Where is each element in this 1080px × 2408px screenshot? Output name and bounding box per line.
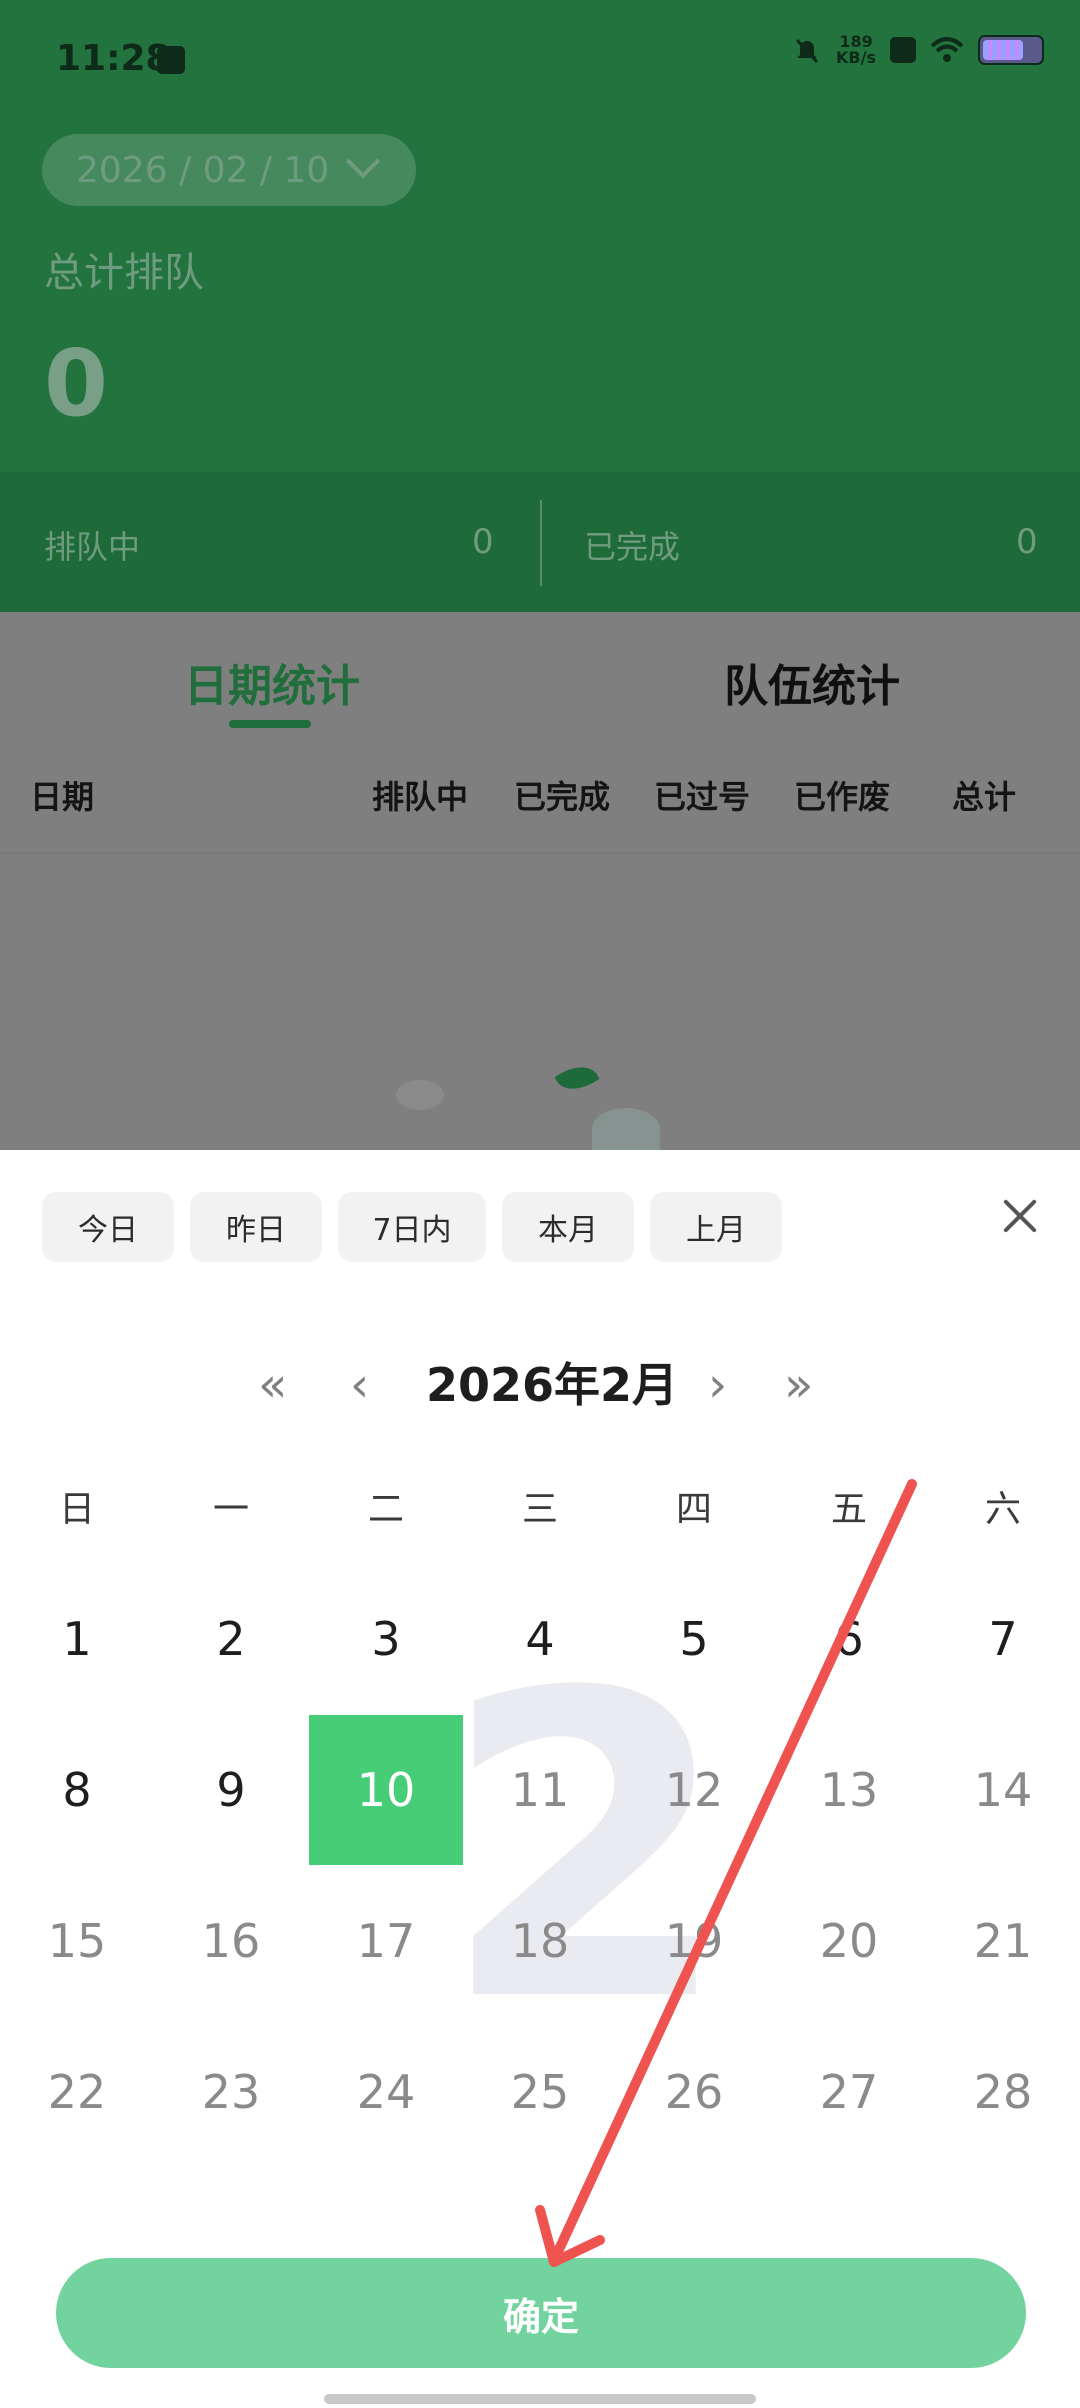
calendar-day-14[interactable]: 14	[926, 1715, 1080, 1865]
status-icons: 189 KB/s	[792, 34, 1044, 66]
summary-divider	[540, 500, 542, 586]
column-voided: 已作废	[794, 778, 891, 816]
next-month-icon[interactable]: ›	[708, 1355, 727, 1415]
table-header-divider	[0, 852, 1080, 854]
calendar-day-24[interactable]: 24	[309, 2017, 463, 2167]
column-completed: 已完成	[514, 778, 611, 816]
wifi-icon	[930, 37, 964, 62]
home-indicator[interactable]	[324, 2394, 756, 2404]
tab-date-stats[interactable]: 日期统计	[184, 650, 360, 714]
status-time: 11:28	[56, 38, 171, 79]
close-icon[interactable]	[996, 1192, 1044, 1240]
empty-state-illustration	[396, 1080, 444, 1110]
date-selector-label: 2026 / 02 / 10	[76, 149, 330, 191]
calendar-day-5[interactable]: 5	[617, 1564, 771, 1714]
battery-icon	[978, 35, 1044, 65]
network-speed: 189 KB/s	[836, 32, 876, 67]
calendar-day-15[interactable]: 15	[0, 1866, 154, 2016]
weekday-mon: 一	[212, 1489, 249, 1530]
calendar-icon	[157, 46, 185, 74]
next-year-icon[interactable]: »	[784, 1355, 813, 1415]
calendar-day-4[interactable]: 4	[463, 1564, 617, 1714]
calendar-day-1[interactable]: 1	[0, 1564, 154, 1714]
calendar-day-23[interactable]: 23	[154, 2017, 308, 2167]
quick-range-last-month[interactable]: 上月	[650, 1192, 782, 1262]
weekday-sun: 日	[58, 1489, 95, 1530]
column-total: 总计	[952, 778, 1017, 816]
calendar-day-11[interactable]: 11	[463, 1715, 617, 1865]
month-title: 2026年2月	[426, 1358, 679, 1412]
empty-state-illustration-shape	[592, 1108, 660, 1150]
calendar-day-17[interactable]: 17	[309, 1866, 463, 2016]
prev-year-icon[interactable]: «	[258, 1355, 287, 1415]
column-queuing: 排队中	[372, 778, 469, 816]
calendar-day-3[interactable]: 3	[309, 1564, 463, 1714]
quick-range-today[interactable]: 今日	[42, 1192, 174, 1262]
calendar-day-12[interactable]: 12	[617, 1715, 771, 1865]
total-value: 0	[44, 330, 109, 437]
quick-range-7days[interactable]: 7日内	[338, 1192, 486, 1262]
weekday-sat: 六	[984, 1489, 1021, 1530]
calendar-day-10[interactable]: 10	[309, 1715, 463, 1865]
calendar-day-27[interactable]: 27	[772, 2017, 926, 2167]
weekday-fri: 五	[830, 1489, 867, 1530]
calendar-day-2[interactable]: 2	[154, 1564, 308, 1714]
quick-range-this-month[interactable]: 本月	[502, 1192, 634, 1262]
confirm-button[interactable]: 确定	[56, 2258, 1026, 2368]
calendar-day-22[interactable]: 22	[0, 2017, 154, 2167]
prev-month-icon[interactable]: ‹	[350, 1355, 369, 1415]
tab-indicator	[229, 720, 311, 728]
queuing-label: 排队中	[44, 528, 141, 566]
weekday-wed: 三	[521, 1489, 558, 1530]
weekday-tue: 二	[367, 1489, 404, 1530]
calendar-day-8[interactable]: 8	[0, 1715, 154, 1865]
calendar-day-20[interactable]: 20	[772, 1866, 926, 2016]
completed-value: 0	[1016, 522, 1038, 562]
calendar-day-25[interactable]: 25	[463, 2017, 617, 2167]
calendar-day-7[interactable]: 7	[926, 1564, 1080, 1714]
weekday-thu: 四	[675, 1489, 712, 1530]
calendar-day-21[interactable]: 21	[926, 1866, 1080, 2016]
mute-icon	[795, 38, 819, 64]
quick-range-yesterday[interactable]: 昨日	[190, 1192, 322, 1262]
completed-label: 已完成	[584, 528, 681, 566]
calendar-day-9[interactable]: 9	[154, 1715, 308, 1865]
total-label: 总计排队	[44, 250, 204, 296]
date-selector[interactable]: 2026 / 02 / 10	[42, 134, 416, 206]
calendar-day-13[interactable]: 13	[772, 1715, 926, 1865]
x-icon	[890, 37, 916, 63]
calendar-day-26[interactable]: 26	[617, 2017, 771, 2167]
leaf-icon	[554, 1058, 600, 1098]
calendar-day-18[interactable]: 18	[463, 1866, 617, 2016]
calendar-day-19[interactable]: 19	[617, 1866, 771, 2016]
calendar-day-6[interactable]: 6	[772, 1564, 926, 1714]
column-date: 日期	[30, 778, 95, 816]
column-skipped: 已过号	[654, 778, 751, 816]
calendar-day-28[interactable]: 28	[926, 2017, 1080, 2167]
tab-team-stats[interactable]: 队伍统计	[724, 650, 900, 714]
chevron-down-icon	[346, 144, 381, 179]
calendar-day-16[interactable]: 16	[154, 1866, 308, 2016]
queuing-value: 0	[472, 522, 494, 562]
